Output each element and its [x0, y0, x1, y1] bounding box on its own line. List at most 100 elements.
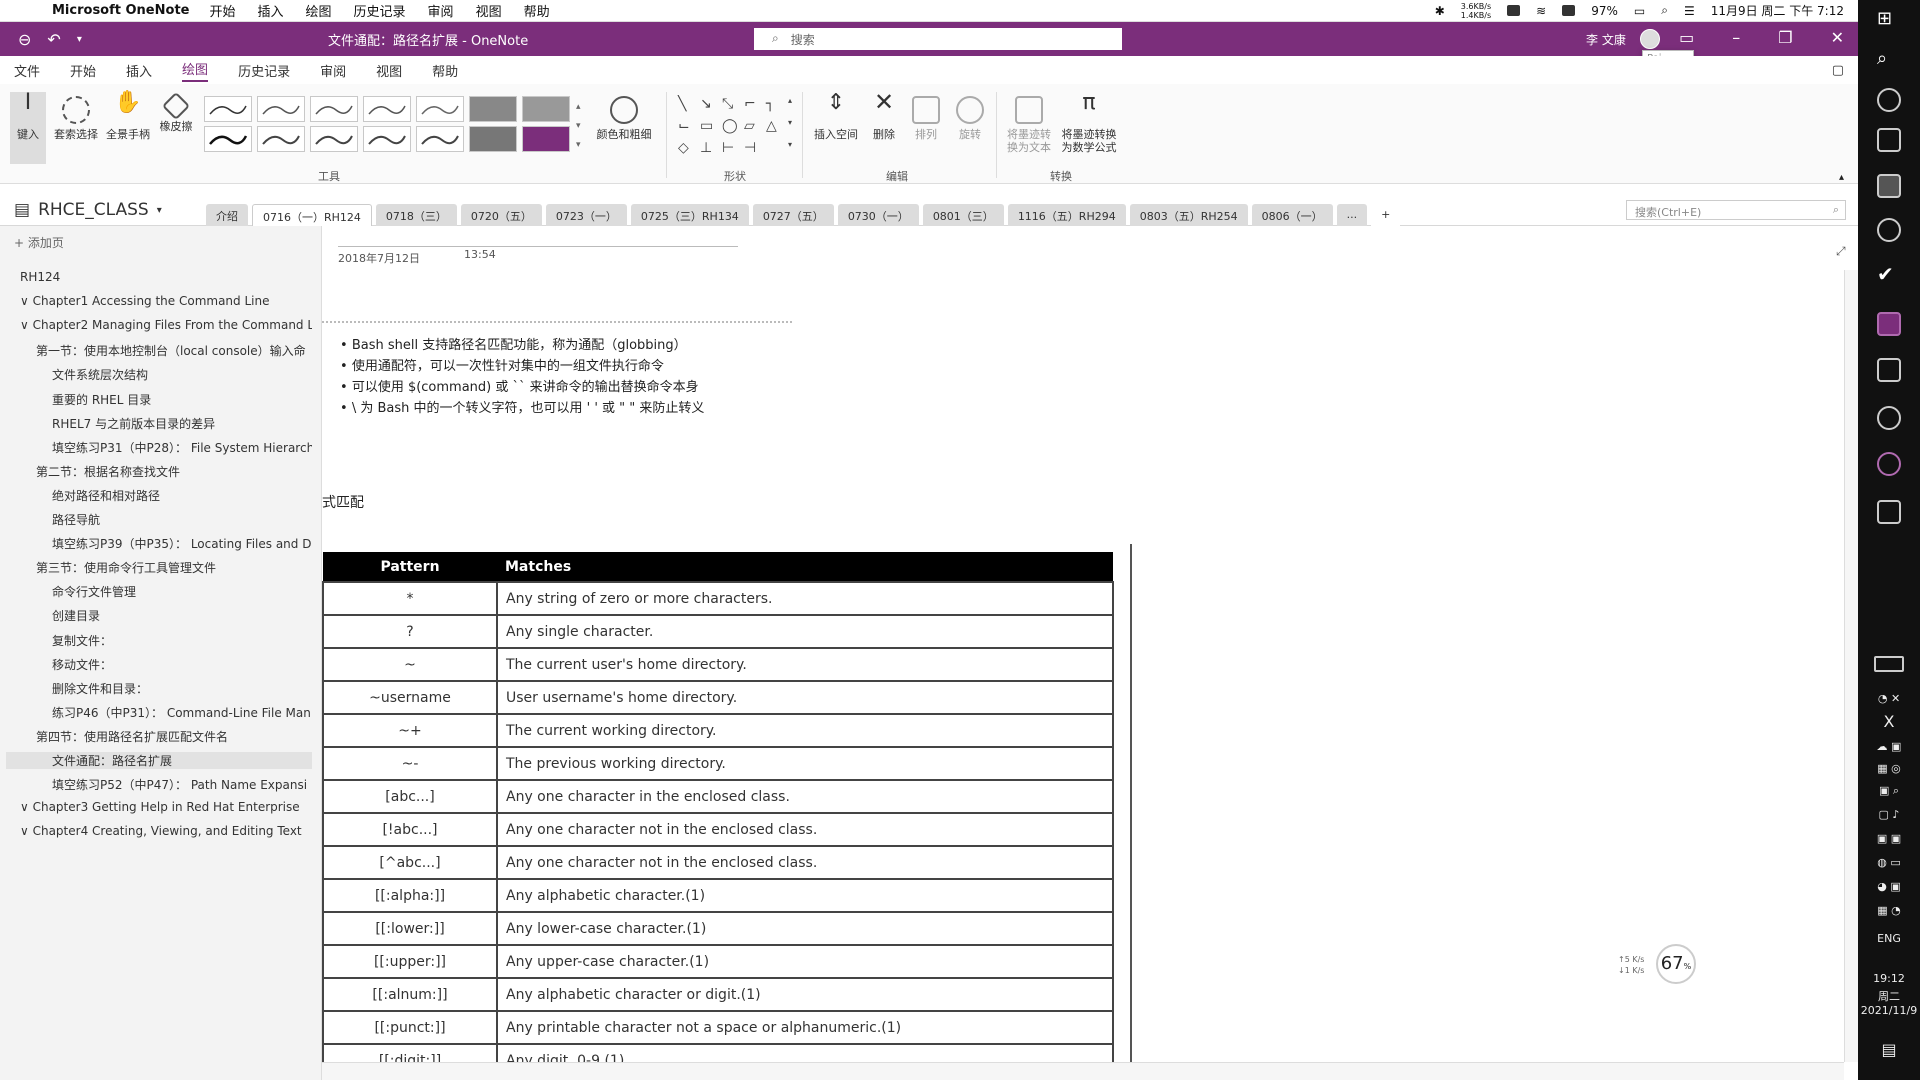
table-row[interactable]: ~username User username's home directory. [322, 680, 1114, 715]
pattern-cell[interactable]: ~ [322, 647, 498, 682]
section-tab[interactable]: 0723（一） [545, 204, 627, 226]
sidebar-page-item[interactable]: 填空练习P31（中P28）： File System Hierarch [52, 439, 312, 456]
mac-menu-view[interactable]: 视图 [476, 1, 502, 20]
pattern-cell[interactable]: ~username [322, 680, 498, 715]
matches-cell[interactable]: User username's home directory. [496, 680, 1114, 715]
sidebar-page-item[interactable]: 第三节：使用命令行工具管理文件 [36, 559, 312, 576]
double-arrow-shape-icon[interactable]: ⤡ [722, 96, 740, 116]
matches-cell[interactable]: The current user's home directory. [496, 647, 1114, 682]
table-row[interactable]: ~ The current user's home directory. [322, 647, 1114, 682]
matches-cell[interactable]: Any single character. [496, 614, 1114, 649]
matches-cell[interactable]: The current working directory. [496, 713, 1114, 748]
sidebar-page-item[interactable]: 路径导航 [52, 511, 312, 528]
sidebar-page-item[interactable]: ∨ Chapter1 Accessing the Command Line [20, 294, 312, 308]
zoom-indicator[interactable]: 67% [1656, 944, 1696, 984]
section-tab[interactable]: 0806（一） [1251, 204, 1333, 226]
bullet-item[interactable]: • Bash shell 支持路径名匹配功能，称为通配（globbing） [340, 334, 687, 353]
tray-icons[interactable]: ▦ ◎ [1858, 762, 1920, 775]
tab-file[interactable]: 文件 [14, 61, 40, 80]
tray-icons[interactable]: ◕ ▣ [1858, 880, 1920, 893]
search-icon[interactable]: ⌕ [1877, 48, 1901, 72]
table-row[interactable]: [[:punct:]] Any printable character not a… [322, 1010, 1114, 1045]
diamond-shape-icon[interactable]: ◇ [678, 140, 696, 160]
sidebar-page-item[interactable]: 重要的 RHEL 目录 [52, 391, 312, 408]
table-row[interactable]: * Any string of zero or more characters. [322, 581, 1114, 616]
table-row[interactable]: [[:upper:]] Any upper-case character.(1) [322, 944, 1114, 979]
sidebar-page-item[interactable]: 文件通配：路径名扩展 [6, 752, 312, 769]
pen-swatch[interactable] [204, 126, 252, 152]
tray-icons[interactable]: ▦ ◔ [1858, 904, 1920, 917]
bullet-item[interactable]: • \ 为 Bash 中的一个转义字符，也可以用 ' ' 或 " " 来防止转义 [340, 397, 704, 416]
sidebar-page-item[interactable]: 文件系统层次结构 [52, 366, 312, 383]
mac-menu-help[interactable]: 帮助 [524, 1, 550, 20]
tab-review[interactable]: 审阅 [320, 61, 346, 80]
pan-button[interactable]: ✋ 全景手柄 [104, 92, 152, 142]
highlighter-swatch[interactable] [522, 96, 570, 122]
tab-draw[interactable]: 绘图 [182, 59, 209, 82]
highlighter-swatch[interactable] [469, 96, 517, 122]
rotate-button[interactable]: 旋转 [950, 96, 990, 141]
sidebar-page-item[interactable]: 创建目录 [52, 607, 312, 624]
ink-to-math-button[interactable]: π 将墨迹转换为数学公式 [1058, 92, 1120, 155]
axis-shape-icon[interactable]: ⊢ [722, 140, 740, 160]
app-name[interactable]: Microsoft OneNote [52, 3, 189, 18]
line-shape-icon[interactable]: ┐ [766, 96, 784, 116]
phone-icon[interactable] [1507, 5, 1521, 16]
pen-swatch[interactable] [416, 96, 464, 122]
ellipse-shape-icon[interactable]: ◯ [722, 118, 740, 138]
pattern-cell[interactable]: [[:punct:]] [322, 1010, 498, 1045]
parallelogram-shape-icon[interactable]: ▱ [744, 118, 762, 138]
vertical-scrollbar[interactable] [1844, 270, 1858, 1062]
sidebar-page-item[interactable]: RHEL7 与之前版本目录的差异 [52, 415, 312, 432]
tab-view[interactable]: 视图 [376, 61, 402, 80]
control-center-icon[interactable]: ☰ [1684, 4, 1695, 18]
section-tab[interactable]: 0803（五）RH254 [1129, 204, 1248, 226]
matches-cell[interactable]: Any alphabetic character.(1) [496, 878, 1114, 913]
highlighter-swatch[interactable] [522, 126, 570, 152]
scroll-up-icon[interactable]: ▴ [788, 96, 806, 116]
tray-icons[interactable]: ▣ ⌕ [1858, 784, 1920, 798]
table-row[interactable]: [[:alnum:]] Any alphabetic character or d… [322, 977, 1114, 1012]
tab-insert[interactable]: 插入 [126, 61, 152, 80]
sidebar-page-item[interactable]: 绝对路径和相对路径 [52, 487, 312, 504]
arrange-button[interactable]: 排列 [906, 96, 946, 141]
pen-swatch[interactable] [363, 126, 411, 152]
tray-icons[interactable]: ☁ ▣ [1858, 740, 1920, 753]
pattern-cell[interactable]: [abc...] [322, 779, 498, 814]
notebook-search-input[interactable]: 搜索(Ctrl+E) ⌕ [1626, 200, 1846, 220]
app-icon[interactable] [1877, 358, 1901, 382]
tray-icons[interactable]: ◔ ✕ [1858, 692, 1920, 705]
pattern-cell[interactable]: [[:alpha:]] [322, 878, 498, 913]
arrow-shape-icon[interactable]: ↘ [700, 96, 718, 116]
section-tab[interactable]: 0716（一）RH124 [252, 204, 372, 226]
pattern-cell[interactable]: ? [322, 614, 498, 649]
section-tab[interactable]: 0718（三） [375, 204, 457, 226]
table-row[interactable]: [!abc...] Any one character not in the en… [322, 812, 1114, 847]
bullet-item[interactable]: • 使用通配符，可以一次性针对集中的一组文件执行命令 [340, 355, 664, 374]
x-app-icon[interactable]: X [1858, 712, 1920, 731]
section-tab[interactable]: 0725（三）RH134 [630, 204, 749, 226]
lasso-button[interactable]: 套索选择 [52, 96, 100, 141]
insert-space-button[interactable]: ⇕ 插入空间 [810, 92, 862, 142]
matches-cell[interactable]: Any one character not in the enclosed cl… [496, 812, 1114, 847]
type-button[interactable]: I 键入 [10, 92, 46, 164]
sidebar-page-item[interactable]: RH124 [20, 270, 312, 284]
more-sections-button[interactable]: ... [1336, 204, 1368, 226]
section-heading[interactable]: 式匹配 [322, 492, 364, 512]
collapse-ribbon-icon[interactable]: ▴ [1839, 172, 1844, 183]
sidebar-page-item[interactable]: ∨ Chapter3 Getting Help in Red Hat Enter… [20, 800, 312, 814]
sticky-notes-icon[interactable]: ▢ [1832, 63, 1844, 78]
tray-icons[interactable]: ◍ ▭ [1858, 856, 1920, 869]
app-icon[interactable] [1877, 406, 1901, 430]
pattern-cell[interactable]: [^abc...] [322, 845, 498, 880]
sidebar-page-item[interactable]: ∨ Chapter2 Managing Files From the Comma… [20, 318, 312, 332]
matches-cell[interactable]: Any string of zero or more characters. [496, 581, 1114, 616]
user-name[interactable]: 李 文康 [1586, 31, 1626, 48]
battery-icon[interactable] [1874, 656, 1904, 672]
app-icon[interactable] [1877, 452, 1901, 476]
undo-icon[interactable]: ↶ [47, 30, 60, 49]
wifi-icon[interactable]: ≋ [1536, 4, 1546, 18]
triangle-shape-icon[interactable]: △ [766, 118, 784, 138]
tray-icons[interactable]: ▢ ♪ [1858, 808, 1920, 821]
section-tab[interactable]: 0801（三） [922, 204, 1004, 226]
